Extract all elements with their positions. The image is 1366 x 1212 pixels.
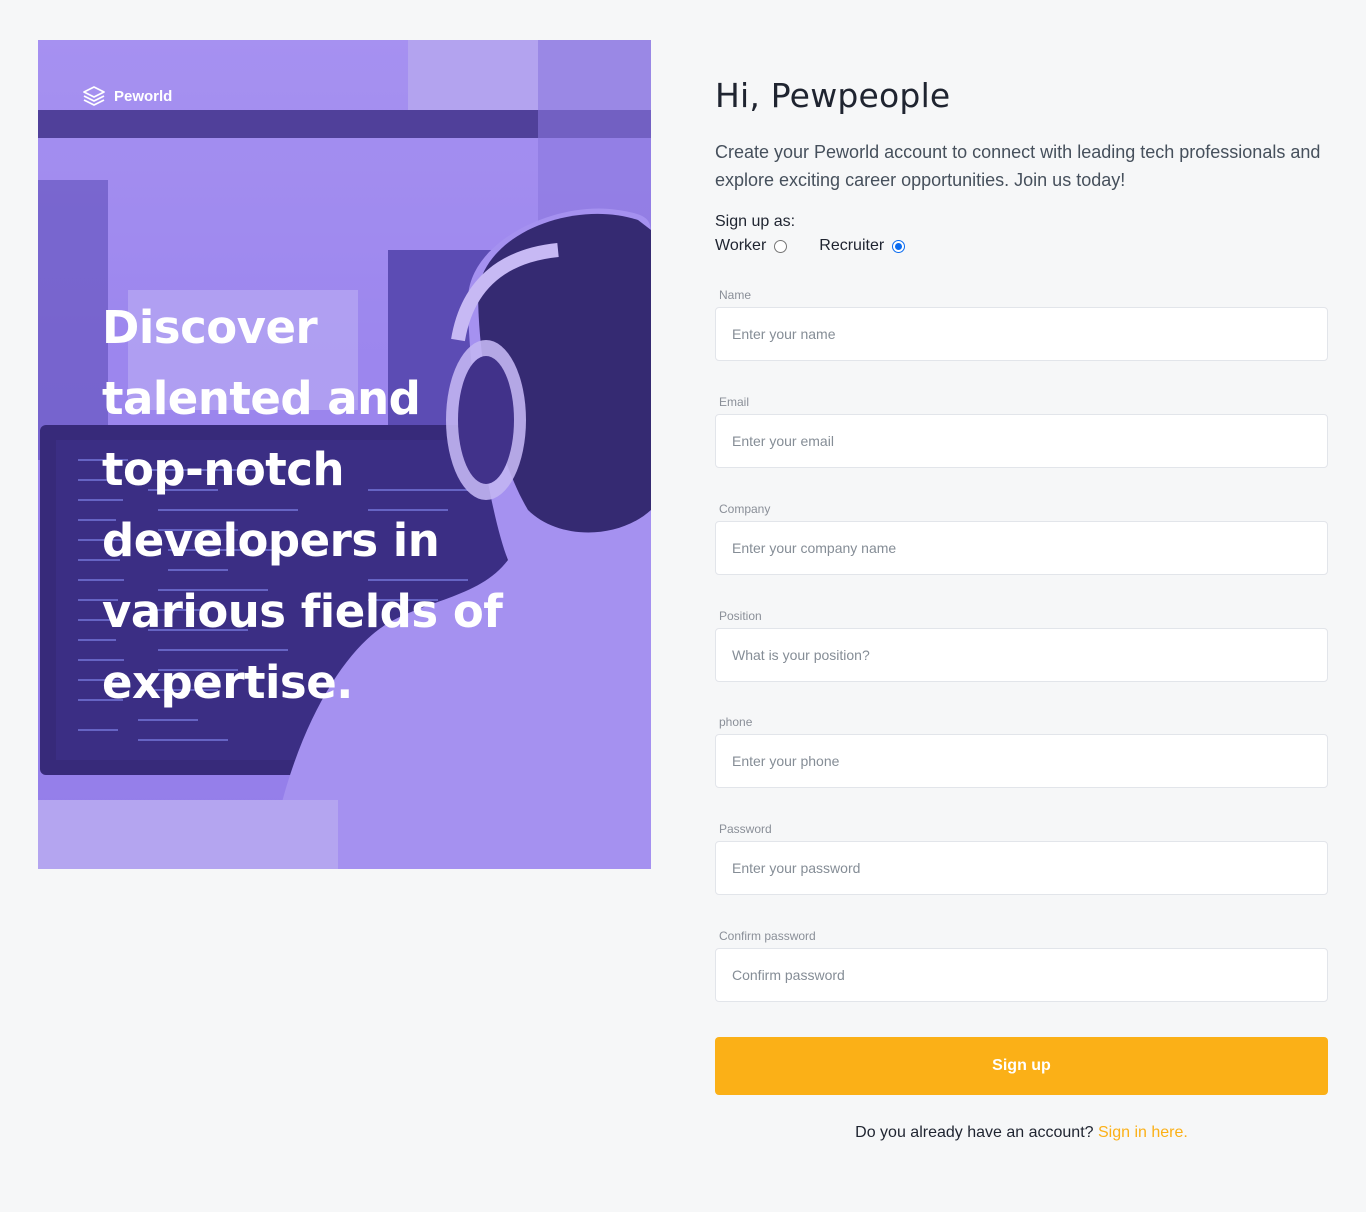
page-title: Hi, Pewpeople (715, 76, 951, 115)
form-description: Create your Peworld account to connect w… (715, 142, 1321, 190)
hero-headline: Discover talented and top-notch develope… (102, 301, 503, 709)
role-label-worker: Worker (715, 237, 767, 254)
role-option-recruiter[interactable]: Recruiter (819, 234, 906, 258)
role-selector: Worker Recruiter (715, 234, 1328, 258)
name-field-group: Name Enter your name (715, 286, 1328, 361)
signin-prompt-row: Do you already have an account? Sign in … (715, 1124, 1328, 1142)
recruiter-radio[interactable] (892, 239, 906, 253)
signup-page: Peworld Discover talented and top-notch … (0, 0, 1366, 1212)
position-label: Position (719, 609, 762, 623)
signin-link[interactable]: Sign in here. (1098, 1124, 1188, 1141)
password-label: Password (719, 822, 772, 836)
phone-input[interactable]: Enter your phone (715, 734, 1328, 788)
role-option-worker[interactable]: Worker (715, 234, 788, 258)
confirm-password-label: Confirm password (719, 929, 816, 943)
password-input[interactable]: Enter your password (715, 841, 1328, 895)
hero-panel: Peworld Discover talented and top-notch … (38, 40, 651, 869)
confirm-password-input[interactable]: Confirm password (715, 948, 1328, 1002)
email-label: Email (719, 395, 750, 409)
email-input[interactable]: Enter your email (715, 414, 1328, 468)
layers-icon (83, 86, 105, 106)
email-field-group: Email Enter your email (715, 393, 1328, 468)
name-label: Name (719, 288, 752, 302)
brand-logo: Peworld (82, 84, 172, 108)
signup-as-label: Sign up as: (715, 213, 796, 230)
position-input[interactable]: What is your position? (715, 628, 1328, 682)
company-input[interactable]: Enter your company name (715, 521, 1328, 575)
signin-prompt: Do you already have an account? (855, 1124, 1094, 1141)
signup-button[interactable]: Sign up (715, 1037, 1328, 1095)
brand-name: Peworld (114, 87, 173, 105)
company-field-group: Company Enter your company name (715, 500, 1328, 575)
signup-form: Hi, Pewpeople Create your Peworld accoun… (715, 74, 1328, 1002)
position-field-group: Position What is your position? (715, 607, 1328, 682)
company-label: Company (719, 502, 771, 516)
worker-radio[interactable] (774, 239, 788, 253)
name-input[interactable]: Enter your name (715, 307, 1328, 361)
phone-label: phone (719, 715, 753, 729)
phone-field-group: phone Enter your phone (715, 713, 1328, 788)
confirm-password-field-group: Confirm password Confirm password (715, 927, 1328, 1002)
password-field-group: Password Enter your password (715, 820, 1328, 895)
role-label-recruiter: Recruiter (819, 237, 885, 254)
